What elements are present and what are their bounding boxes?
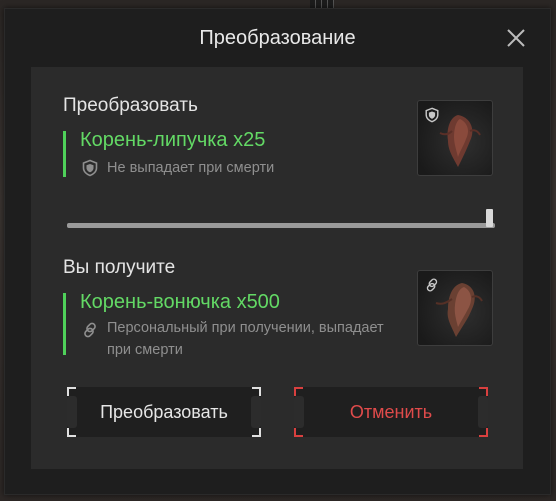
corner-mark (479, 387, 488, 396)
link-icon (84, 322, 96, 338)
button-right-edge (251, 396, 261, 428)
convert-button-label: Преобразовать (100, 401, 228, 422)
cancel-button[interactable]: Отменить (294, 387, 488, 437)
result-item-note-line1: Персональный при получении, выпадает (107, 320, 384, 336)
corner-mark (479, 428, 488, 437)
corner-mark (67, 387, 76, 396)
corner-mark (252, 428, 261, 437)
receive-accent-bar (63, 293, 66, 355)
result-item-name: Корень-вонючка x500 (80, 291, 280, 313)
corner-mark (252, 387, 261, 396)
result-item-thumbnail[interactable] (417, 270, 493, 346)
button-left-edge (67, 396, 77, 428)
close-icon (507, 29, 525, 47)
button-left-edge (294, 396, 304, 428)
close-button[interactable] (505, 27, 527, 49)
corner-mark (294, 428, 303, 437)
corner-mark (67, 428, 76, 437)
corner-mark (294, 387, 303, 396)
button-right-edge (478, 396, 488, 428)
conversion-dialog: Преобразование Преобразовать Корень-липу… (4, 8, 551, 495)
link-badge-icon (426, 278, 438, 292)
convert-button[interactable]: Преобразовать (67, 387, 261, 437)
receive-section-label: Вы получите (63, 257, 176, 278)
cancel-button-label: Отменить (349, 401, 433, 422)
result-item-note-line2: при смерти (107, 342, 183, 358)
dialog-title: Преобразование (199, 27, 356, 49)
